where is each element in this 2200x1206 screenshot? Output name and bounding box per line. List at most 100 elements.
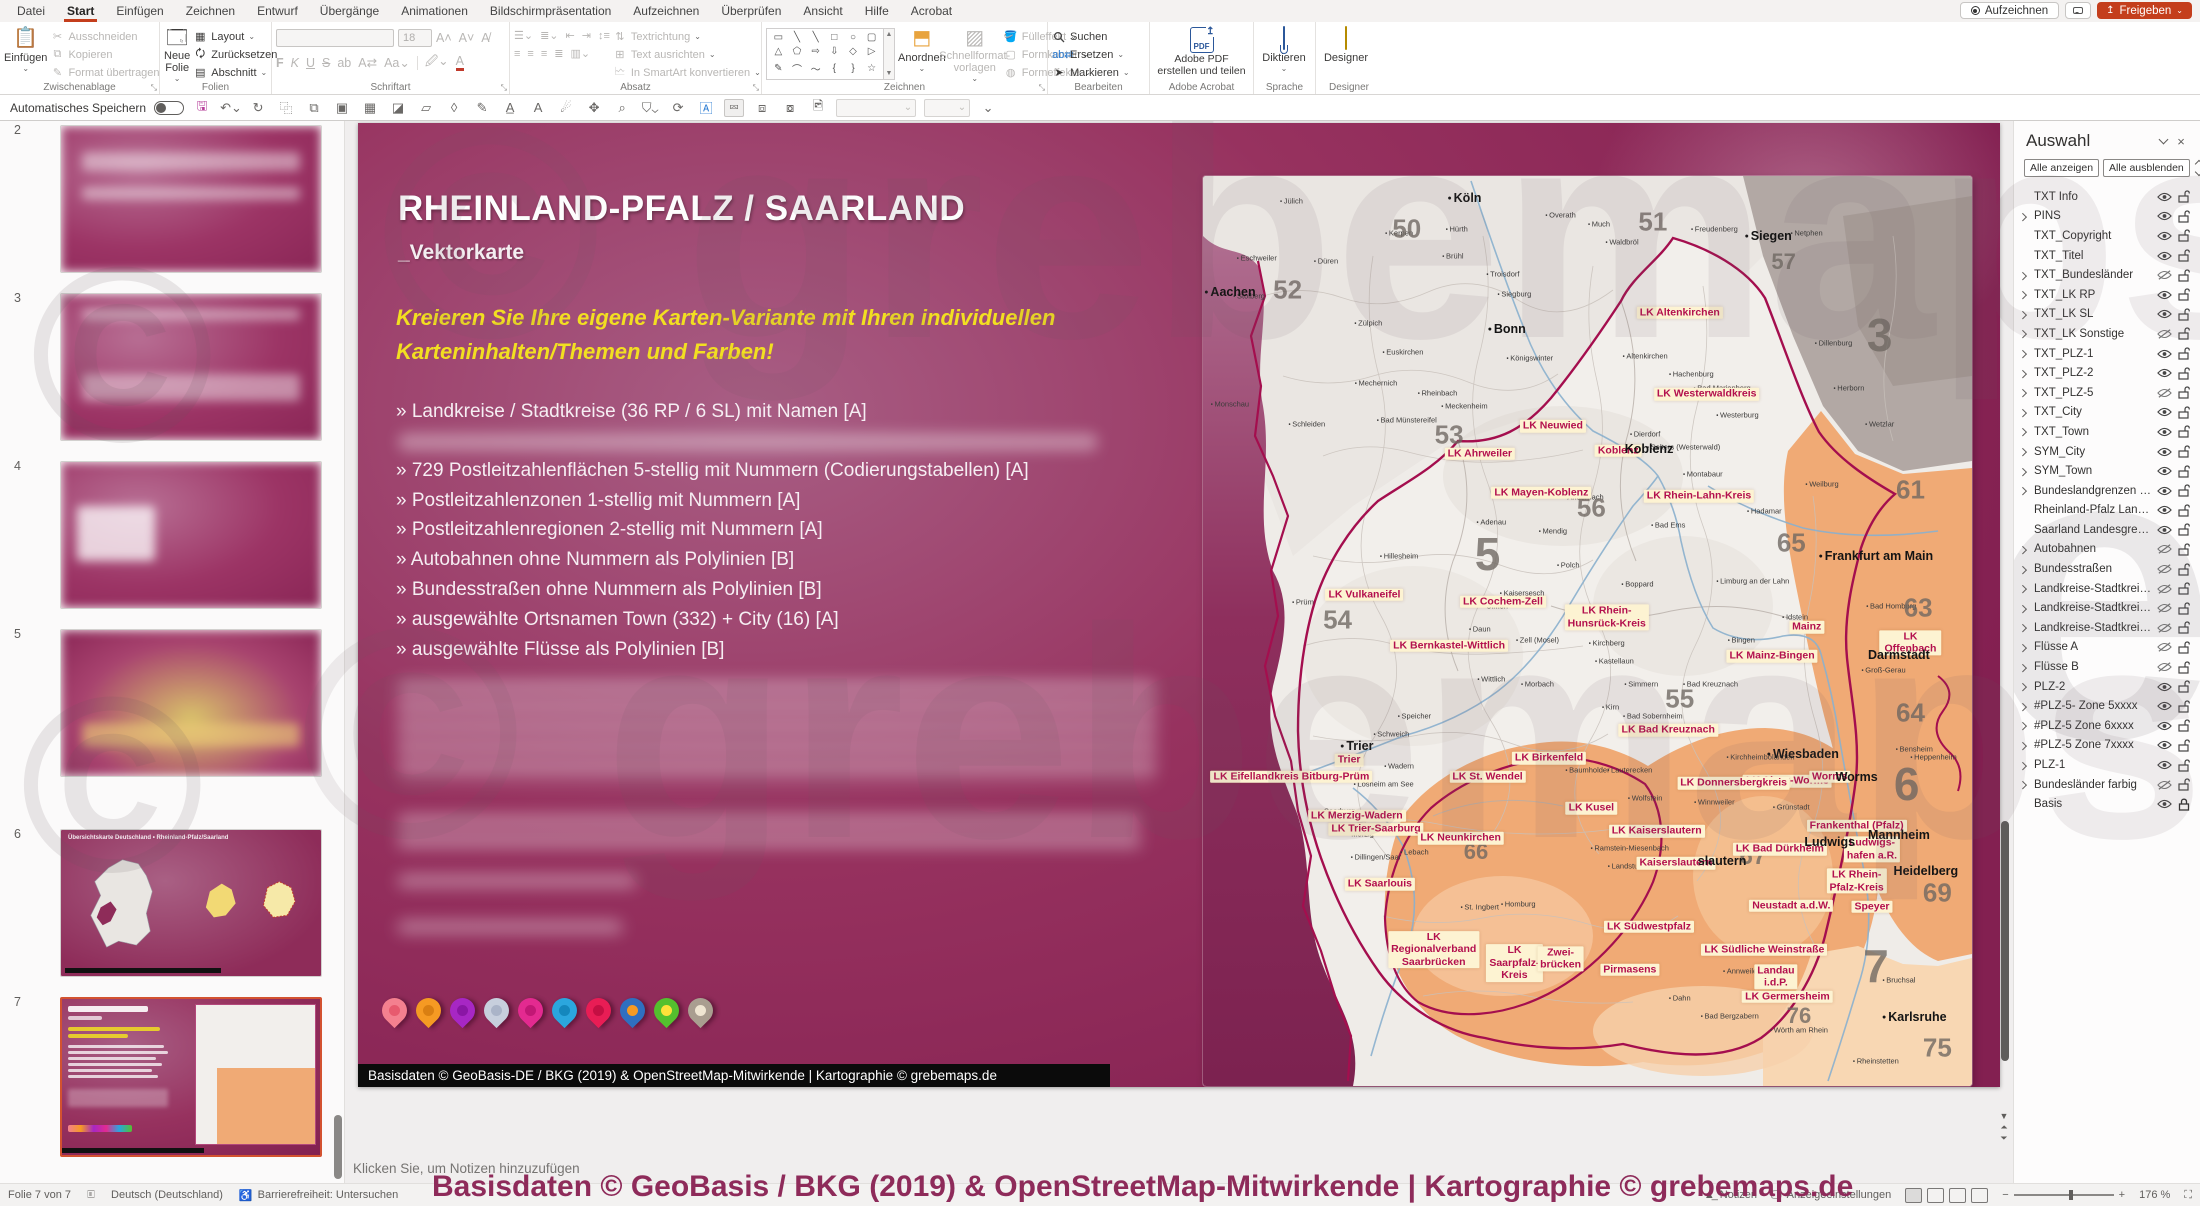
vertical-scrollbar[interactable]: ▼ ⏶ ⏷	[1998, 121, 2010, 1183]
scrollbar-thumb[interactable]	[2001, 821, 2009, 1061]
visibility-toggle[interactable]	[2154, 447, 2174, 457]
copy-slide-icon[interactable]: ▣	[332, 100, 352, 116]
undo-icon[interactable]: ↶⌄	[220, 100, 242, 116]
slide-canvas[interactable]: RHEINLAND-PFALZ / SAARLAND _Vektorkarte …	[358, 123, 2000, 1087]
expand-icon[interactable]	[2020, 348, 2030, 360]
expand-icon[interactable]	[2020, 700, 2030, 712]
shape-icon[interactable]: ⇩	[830, 46, 838, 57]
shape-icon[interactable]: ○	[850, 32, 856, 43]
expand-icon[interactable]	[2020, 328, 2030, 340]
visibility-toggle[interactable]	[2154, 505, 2174, 515]
selection-tool-icon[interactable]: ⮹	[724, 98, 745, 117]
shape-icon[interactable]: ╲	[794, 32, 800, 43]
quick-styles-button[interactable]: ▨ Schnellformat-vorlagen ⌄	[939, 25, 1010, 83]
expand-icon[interactable]	[2020, 426, 2030, 438]
layer-row[interactable]: TXT_PLZ-2	[2014, 363, 2200, 383]
shape-icon[interactable]: ◇	[849, 46, 857, 57]
char-spacing-button[interactable]: A⇄	[358, 55, 377, 70]
justify-icon[interactable]: ≣	[554, 47, 563, 60]
highlight-color-button[interactable]: 🖉⌄	[425, 52, 449, 73]
visibility-toggle[interactable]	[2154, 583, 2174, 594]
shape-icon[interactable]: ✎	[774, 63, 782, 74]
dialog-launcher-icon[interactable]: ⤡	[753, 83, 759, 93]
font-name-select[interactable]	[276, 29, 394, 47]
visibility-toggle[interactable]	[2154, 211, 2174, 221]
ribbon-tab[interactable]: Animationen	[390, 0, 479, 22]
visibility-toggle[interactable]	[2154, 525, 2174, 535]
shape-icon[interactable]: ▷	[868, 46, 876, 57]
ribbon-tab[interactable]: Datei	[6, 0, 56, 22]
visibility-toggle[interactable]	[2154, 349, 2174, 359]
lock-toggle[interactable]	[2174, 445, 2194, 458]
visibility-toggle[interactable]	[2154, 701, 2174, 711]
slide-thumbnail-5[interactable]	[60, 629, 322, 777]
expand-icon[interactable]	[2020, 779, 2030, 791]
expand-icon[interactable]	[2020, 720, 2030, 732]
indent-icon[interactable]: ⇥	[582, 29, 591, 42]
autosave-toggle[interactable]	[154, 100, 185, 115]
lock-toggle[interactable]	[2174, 778, 2194, 791]
slide-thumbnail-3[interactable]	[60, 293, 322, 441]
shape-icon[interactable]: }	[851, 63, 854, 74]
qat-font-select[interactable]: ⌄	[836, 98, 917, 117]
expand-icon[interactable]	[2020, 406, 2030, 418]
layer-row[interactable]: Flüsse A	[2014, 638, 2200, 658]
shrink-font-icon[interactable]: A˅	[459, 31, 475, 45]
underline-button[interactable]: U	[306, 56, 315, 70]
share-button[interactable]: ↥ Freigeben ⌄	[2097, 2, 2192, 19]
layer-row[interactable]: TXT_Titel	[2014, 246, 2200, 266]
color-gallery-icon[interactable]: ⛉⌄	[640, 100, 660, 116]
spellcheck-icon[interactable]: 🗉	[87, 1186, 95, 1205]
shape-icon[interactable]: ◊	[444, 100, 464, 115]
slide-thumbnail-2[interactable]	[60, 125, 322, 273]
expand-icon[interactable]	[2020, 563, 2030, 575]
layer-row[interactable]: #PLZ-5 Zone 6xxxx	[2014, 716, 2200, 736]
thumbnail-scrollbar[interactable]	[334, 1115, 342, 1179]
visibility-toggle[interactable]	[2154, 329, 2174, 339]
copy-button[interactable]: ⧉ Kopieren	[50, 47, 159, 62]
lock-toggle[interactable]	[2174, 484, 2194, 497]
bullet-list-icon[interactable]: ☰⌄	[514, 29, 533, 42]
lock-toggle[interactable]	[2174, 269, 2194, 282]
dialog-launcher-icon[interactable]: ⤡	[151, 83, 157, 93]
visibility-toggle[interactable]	[2154, 427, 2174, 437]
visibility-toggle[interactable]	[2154, 486, 2174, 496]
expand-icon[interactable]	[2020, 210, 2030, 222]
layer-row[interactable]: TXT_Bundesländer	[2014, 265, 2200, 285]
layer-row[interactable]: PLZ-2	[2014, 677, 2200, 697]
shape-icon[interactable]: {	[833, 63, 836, 74]
redo-icon[interactable]: ↻	[248, 100, 268, 116]
visibility-toggle[interactable]	[2154, 192, 2174, 202]
shadow-button[interactable]: ab	[337, 56, 351, 70]
layer-row[interactable]: Basis	[2014, 794, 2200, 814]
layer-row[interactable]: Landkreise-Stadtkreise RP	[2014, 579, 2200, 599]
slide-thumbnail-7-selected[interactable]	[60, 997, 322, 1157]
lock-toggle[interactable]	[2174, 504, 2194, 517]
layer-row[interactable]: SYM_City	[2014, 442, 2200, 462]
layer-row[interactable]: Bundesländer farbig	[2014, 775, 2200, 795]
lock-toggle[interactable]	[2174, 758, 2194, 772]
paste-special-icon[interactable]: ⿻	[276, 98, 296, 117]
ribbon-tab[interactable]: Hilfe	[854, 0, 900, 22]
expand-icon[interactable]	[2020, 583, 2030, 595]
italic-button[interactable]: K	[291, 56, 299, 70]
expand-icon[interactable]	[2020, 387, 2030, 399]
language-indicator[interactable]: Deutsch (Deutschland)	[111, 1189, 223, 1201]
visibility-toggle[interactable]	[2154, 682, 2174, 692]
fit-to-window-icon[interactable]: ⛶	[2184, 1189, 2192, 1202]
lock-toggle[interactable]	[2174, 249, 2194, 262]
visibility-toggle[interactable]	[2154, 779, 2174, 790]
lock-toggle[interactable]	[2174, 386, 2194, 399]
align-center-icon[interactable]: ≡	[527, 48, 533, 60]
ribbon-tab[interactable]: Start	[56, 0, 105, 22]
visibility-toggle[interactable]	[2154, 368, 2174, 378]
slideshow-icon[interactable]	[1971, 1187, 1989, 1203]
layer-row[interactable]: #PLZ-5- Zone 5xxxx	[2014, 696, 2200, 716]
text-fill-icon[interactable]: A̲	[500, 100, 520, 115]
align-left-icon[interactable]: ≡	[514, 48, 520, 60]
format-painter-button[interactable]: ✎ Format übertragen	[50, 65, 160, 80]
shapes-gallery-scroll[interactable]: ▲ ▼	[884, 28, 895, 80]
ungroup-icon[interactable]: ⧇	[780, 100, 800, 116]
qat-size-select[interactable]: ⌄	[924, 98, 971, 117]
comments-button[interactable]	[2065, 2, 2092, 19]
